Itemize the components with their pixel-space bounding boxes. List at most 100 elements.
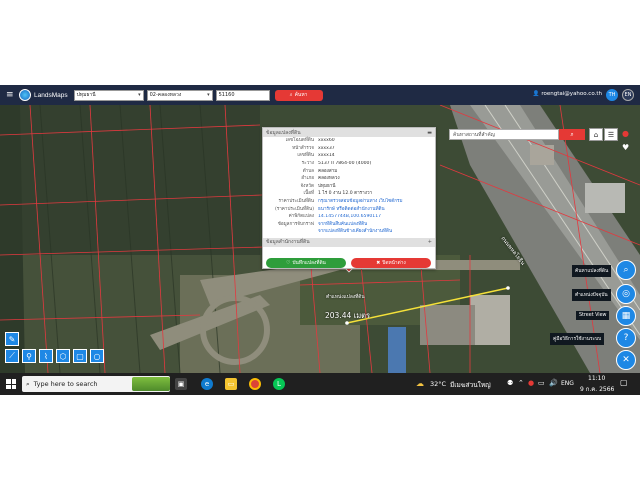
tooltip-street-view: Street View (576, 311, 610, 320)
polyline-icon[interactable]: ⌇ (39, 349, 53, 363)
menu-icon[interactable]: ≡ (6, 90, 16, 100)
chevron-down-icon: ▾ (207, 92, 210, 98)
close-popup-label: ปิดหน้าต่าง (382, 261, 406, 266)
taskbar-search[interactable]: ⌕ Type here to search (22, 376, 170, 392)
row-value: 1 ไร่ 0 งาน 12.0 ตารางวา (318, 191, 373, 197)
info-row: เลขที่ดิน xxxx14 (263, 152, 435, 160)
row-key: เลขโฉนดที่ดิน (285, 138, 314, 144)
windows-start-icon[interactable] (6, 379, 16, 389)
parcel-number-value: 51160 (218, 92, 235, 98)
search-button-label: ค้นหา (294, 92, 308, 98)
task-view-icon[interactable]: ▣ (175, 378, 187, 390)
info-row: ระวาง 5137 II 7864-00 (4000) (263, 160, 435, 168)
info-row: จากแปลงที่ดินข้างเคียงสำนักงานที่ดิน (263, 228, 435, 236)
layers-icon[interactable]: ☰ (604, 128, 618, 141)
measure-line-icon[interactable]: ⟋ (5, 349, 19, 363)
tray-chevron-icon[interactable]: ⌃ (518, 379, 524, 387)
tooltip-manual: คู่มือวิธีการใช้งานระบบ (550, 333, 605, 345)
chevron-down-icon: ▾ (138, 92, 141, 98)
row-key: ราคาประเมินที่ดิน (278, 199, 314, 205)
close-tools-button[interactable]: ✕ (616, 350, 636, 370)
row-value-link[interactable]: 14.1457744B,100.6590117 (318, 214, 381, 219)
land-office-title: ข้อมูลสำนักงานที่ดิน (266, 239, 310, 246)
row-key: อำเภอ (301, 176, 314, 182)
collapse-icon[interactable]: ▬ (427, 130, 432, 136)
search-icon: ⌕ (570, 130, 574, 138)
crosshair-icon: ◎ (622, 289, 630, 299)
district-select[interactable]: 02-คลองหลวง ▾ (146, 89, 213, 101)
province-value: ปทุมธานี (76, 92, 96, 98)
volume-icon[interactable]: 🔊 (549, 379, 558, 387)
user-email: roengtai@yahoo.co.th (541, 91, 602, 97)
land-office-section[interactable]: ข้อมูลสำนักงานที่ดิน + (263, 237, 435, 247)
satellite-map[interactable]: ตำแหน่งแปลงที่ดิน 203.44 เมตร ถนนพหลโยธิ… (0, 105, 640, 373)
row-value: xxxx14 (318, 153, 335, 159)
search-highlight-image (132, 377, 170, 391)
map-pin-label: ตำแหน่งแปลงที่ดิน (326, 295, 365, 300)
edge-browser-icon[interactable]: e (201, 378, 213, 390)
street-view-button[interactable]: ▦ (616, 306, 636, 326)
favorite-icon[interactable]: ♥ (622, 143, 629, 152)
place-search-input[interactable]: ค้นหาสถานที่สำคัญ (449, 129, 559, 140)
row-value-link[interactable]: จากที่ดินสืบค้นแปลงที่ดิน (318, 221, 367, 228)
popup-rows: เลขโฉนดที่ดิน xxxx60 หน้าสำรวจ xxxx37 เลขท… (263, 137, 435, 236)
search-icon: ⌕ (26, 379, 30, 388)
windows-taskbar: ⌕ Type here to search ▣ e ▭ L ☁ 32°C มีเ… (0, 373, 640, 395)
place-search-button[interactable]: ⌕ (559, 129, 585, 140)
notification-icon[interactable]: ▢ (620, 378, 628, 387)
screen: ≡ LandsMaps ปทุมธานี ▾ 02-คลองหลวง ▾ 511… (0, 85, 640, 395)
row-key: (ราคาประเมินที่ดิน) (274, 206, 314, 212)
my-location-button[interactable]: ◎ (616, 284, 636, 304)
row-value-link[interactable]: กรุณาตรวจสอบข้อมูลผ่านทาง เว็บไซต์กรม (318, 198, 403, 205)
help-icon: ? (623, 333, 629, 343)
lang-th-button[interactable]: TH (606, 89, 618, 101)
eraser-icon[interactable]: ✎ (5, 332, 19, 346)
row-value: xxxx37 (318, 145, 335, 151)
district-value: 02-คลองหลวง (149, 92, 182, 98)
row-value-link[interactable]: จากแปลงที่ดินข้างเคียงสำนักงานที่ดิน (318, 228, 392, 235)
parcel-number-input[interactable]: 51160 (215, 89, 270, 101)
chrome-icon[interactable] (249, 378, 261, 390)
search-parcel-button[interactable]: ⌕ (616, 260, 636, 280)
user-account[interactable]: 👤 roengtai@yahoo.co.th (533, 91, 602, 97)
save-parcel-label: บันทึกแปลงที่ดิน (292, 261, 326, 266)
pin-tool-icon[interactable]: ⚲ (22, 349, 36, 363)
province-select[interactable]: ปทุมธานี ▾ (73, 89, 144, 101)
manual-button[interactable]: ? (616, 328, 636, 348)
people-icon[interactable]: ⚉ (507, 379, 513, 387)
weather-desc: มีเมฆส่วนใหญ่ (450, 381, 491, 389)
distance-label: 203.44 เมตร (325, 311, 371, 320)
row-value-link[interactable]: ธนารักษ์ หรือติดต่อสำนักงานที่ดิน (318, 206, 385, 213)
polygon-icon[interactable]: ⬡ (56, 349, 70, 363)
network-icon[interactable]: ▭ (538, 379, 545, 387)
row-key: ค่าพิกัดแปลง (288, 214, 314, 220)
map-icon: ▦ (621, 311, 631, 321)
circle-icon[interactable]: ○ (90, 349, 104, 363)
info-row: ค่าพิกัดแปลง 14.1457744B,100.6590117 (263, 213, 435, 221)
rectangle-icon[interactable]: ▢ (73, 349, 87, 363)
line-app-icon[interactable]: L (273, 378, 285, 390)
home-icon[interactable]: ⌂ (589, 128, 603, 141)
clock-date[interactable]: 9 ก.ค. 2566 (580, 384, 614, 394)
input-language[interactable]: ENG (561, 380, 574, 387)
file-explorer-icon[interactable]: ▭ (225, 378, 237, 390)
row-value: xxxx60 (318, 138, 335, 144)
row-value: ปทุมธานี (318, 183, 336, 189)
info-row: อำเภอ คลองหลวง (263, 175, 435, 183)
info-row: (ราคาประเมินที่ดิน) ธนารักษ์ หรือติดต่อสำ… (263, 205, 435, 213)
bluetooth-icon[interactable]: ● (528, 379, 534, 387)
top-header: ≡ LandsMaps ปทุมธานี ▾ 02-คลองหลวง ▾ 511… (0, 85, 640, 105)
location-marker-icon[interactable]: ● (622, 129, 629, 138)
place-search-placeholder: ค้นหาสถานที่สำคัญ (453, 131, 495, 138)
taskbar-search-placeholder: Type here to search (33, 380, 98, 388)
clock-time[interactable]: 11:10 (588, 375, 605, 382)
search-button[interactable]: ⌕ ค้นหา (274, 89, 323, 101)
popup-header: ข้อมูลแปลงที่ดิน ▬ (263, 128, 435, 137)
info-row: เลขโฉนดที่ดิน xxxx60 (263, 137, 435, 145)
save-parcel-button[interactable]: ♡ บันทึกแปลงที่ดิน (266, 258, 346, 268)
close-popup-button[interactable]: ✖ ปิดหน้าต่าง (351, 258, 431, 268)
info-row: ราคาประเมินที่ดิน กรุณาตรวจสอบข้อมูลผ่านท… (263, 198, 435, 206)
search-icon: ⌕ (289, 92, 293, 98)
row-key: เลขที่ดิน (297, 153, 314, 159)
lang-en-button[interactable]: EN (622, 89, 634, 101)
